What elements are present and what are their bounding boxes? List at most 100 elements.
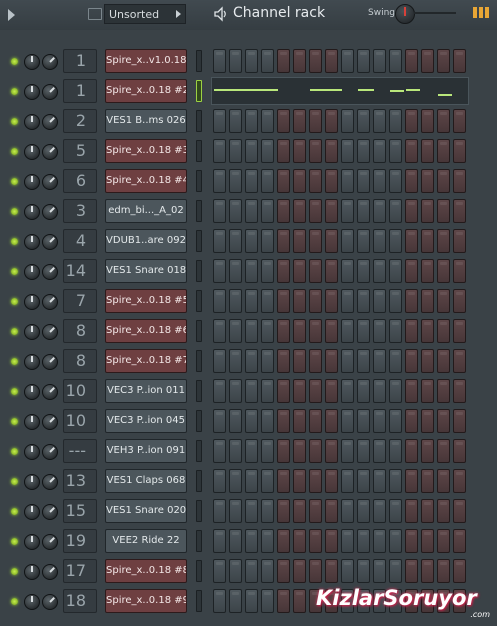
step-button[interactable] — [213, 49, 226, 73]
step-button[interactable] — [453, 469, 466, 493]
step-button[interactable] — [325, 49, 338, 73]
step-button[interactable] — [341, 49, 354, 73]
step-button[interactable] — [341, 139, 354, 163]
volume-knob[interactable] — [42, 54, 58, 70]
step-button[interactable] — [325, 259, 338, 283]
step-button[interactable] — [261, 289, 274, 313]
channel-mute-led[interactable] — [11, 508, 18, 515]
speaker-icon[interactable] — [213, 6, 229, 22]
channel-select-indicator[interactable] — [196, 560, 202, 582]
mixer-track-number[interactable]: 6 — [63, 169, 97, 193]
step-button[interactable] — [229, 589, 242, 613]
channel-row[interactable]: 5 Spire_x..0.18 #3 — [0, 137, 497, 167]
step-button[interactable] — [325, 529, 338, 553]
step-button[interactable] — [261, 409, 274, 433]
step-button[interactable] — [453, 109, 466, 133]
step-button[interactable] — [277, 319, 290, 343]
step-button[interactable] — [357, 49, 370, 73]
channel-row[interactable]: 1 Spire_x..v1.0.18 — [0, 47, 497, 77]
step-button[interactable] — [373, 199, 386, 223]
step-button[interactable] — [229, 529, 242, 553]
pan-knob[interactable] — [24, 84, 40, 100]
step-button[interactable] — [405, 319, 418, 343]
step-button[interactable] — [453, 439, 466, 463]
step-button[interactable] — [245, 409, 258, 433]
channel-select-indicator[interactable] — [196, 140, 202, 162]
step-button[interactable] — [229, 109, 242, 133]
step-button[interactable] — [229, 139, 242, 163]
channel-name-button[interactable]: VEC3 P..ion 011 — [105, 379, 187, 403]
step-button[interactable] — [341, 259, 354, 283]
channel-row[interactable]: 17 Spire_x..0.18 #8 — [0, 557, 497, 587]
step-button[interactable] — [277, 229, 290, 253]
step-button[interactable] — [405, 469, 418, 493]
step-button[interactable] — [405, 409, 418, 433]
channel-row[interactable]: 1 Spire_x..0.18 #2 — [0, 77, 497, 107]
step-button[interactable] — [421, 529, 434, 553]
step-button[interactable] — [325, 109, 338, 133]
channel-mute-led[interactable] — [11, 418, 18, 425]
pan-knob[interactable] — [24, 294, 40, 310]
step-button[interactable] — [357, 409, 370, 433]
pan-knob[interactable] — [24, 384, 40, 400]
step-button[interactable] — [341, 319, 354, 343]
step-button[interactable] — [277, 49, 290, 73]
step-button[interactable] — [293, 259, 306, 283]
mixer-track-number[interactable]: 13 — [63, 469, 97, 493]
step-button[interactable] — [213, 169, 226, 193]
step-button[interactable] — [245, 289, 258, 313]
graph-editor-icon[interactable] — [473, 7, 489, 21]
step-button[interactable] — [373, 379, 386, 403]
channel-select-indicator[interactable] — [196, 80, 202, 102]
step-button[interactable] — [389, 199, 402, 223]
step-button[interactable] — [293, 529, 306, 553]
channel-name-button[interactable]: Spire_x..0.18 #6 — [105, 319, 187, 343]
pan-knob[interactable] — [24, 204, 40, 220]
step-button[interactable] — [437, 259, 450, 283]
step-button[interactable] — [341, 409, 354, 433]
step-button[interactable] — [277, 349, 290, 373]
step-button[interactable] — [229, 169, 242, 193]
step-button[interactable] — [309, 199, 322, 223]
step-button[interactable] — [373, 49, 386, 73]
channel-mute-led[interactable] — [11, 118, 18, 125]
channel-name-button[interactable]: VES1 B..ms 026 — [105, 109, 187, 133]
step-button[interactable] — [373, 169, 386, 193]
channel-row[interactable]: 3 edm_bi..._A_02 — [0, 197, 497, 227]
step-button[interactable] — [373, 259, 386, 283]
step-button[interactable] — [213, 319, 226, 343]
channel-mute-led[interactable] — [11, 268, 18, 275]
step-button[interactable] — [277, 589, 290, 613]
step-button[interactable] — [373, 139, 386, 163]
step-button[interactable] — [293, 169, 306, 193]
channel-mute-led[interactable] — [11, 568, 18, 575]
step-button[interactable] — [293, 289, 306, 313]
step-button[interactable] — [421, 409, 434, 433]
step-button[interactable] — [293, 319, 306, 343]
step-button[interactable] — [341, 169, 354, 193]
step-button[interactable] — [245, 259, 258, 283]
volume-knob[interactable] — [42, 144, 58, 160]
volume-knob[interactable] — [42, 444, 58, 460]
step-button[interactable] — [261, 259, 274, 283]
mixer-track-number[interactable]: 15 — [63, 499, 97, 523]
step-button[interactable] — [389, 229, 402, 253]
channel-row[interactable]: 8 Spire_x..0.18 #7 — [0, 347, 497, 377]
step-button[interactable] — [341, 199, 354, 223]
step-button[interactable] — [293, 559, 306, 583]
step-button[interactable] — [277, 109, 290, 133]
step-button[interactable] — [309, 289, 322, 313]
step-button[interactable] — [213, 229, 226, 253]
channel-mute-led[interactable] — [11, 448, 18, 455]
volume-knob[interactable] — [42, 504, 58, 520]
pan-knob[interactable] — [24, 54, 40, 70]
step-button[interactable] — [373, 109, 386, 133]
step-button[interactable] — [229, 289, 242, 313]
step-button[interactable] — [373, 469, 386, 493]
step-button[interactable] — [245, 229, 258, 253]
step-button[interactable] — [405, 229, 418, 253]
step-button[interactable] — [453, 499, 466, 523]
pan-knob[interactable] — [24, 324, 40, 340]
step-button[interactable] — [389, 379, 402, 403]
step-button[interactable] — [309, 259, 322, 283]
